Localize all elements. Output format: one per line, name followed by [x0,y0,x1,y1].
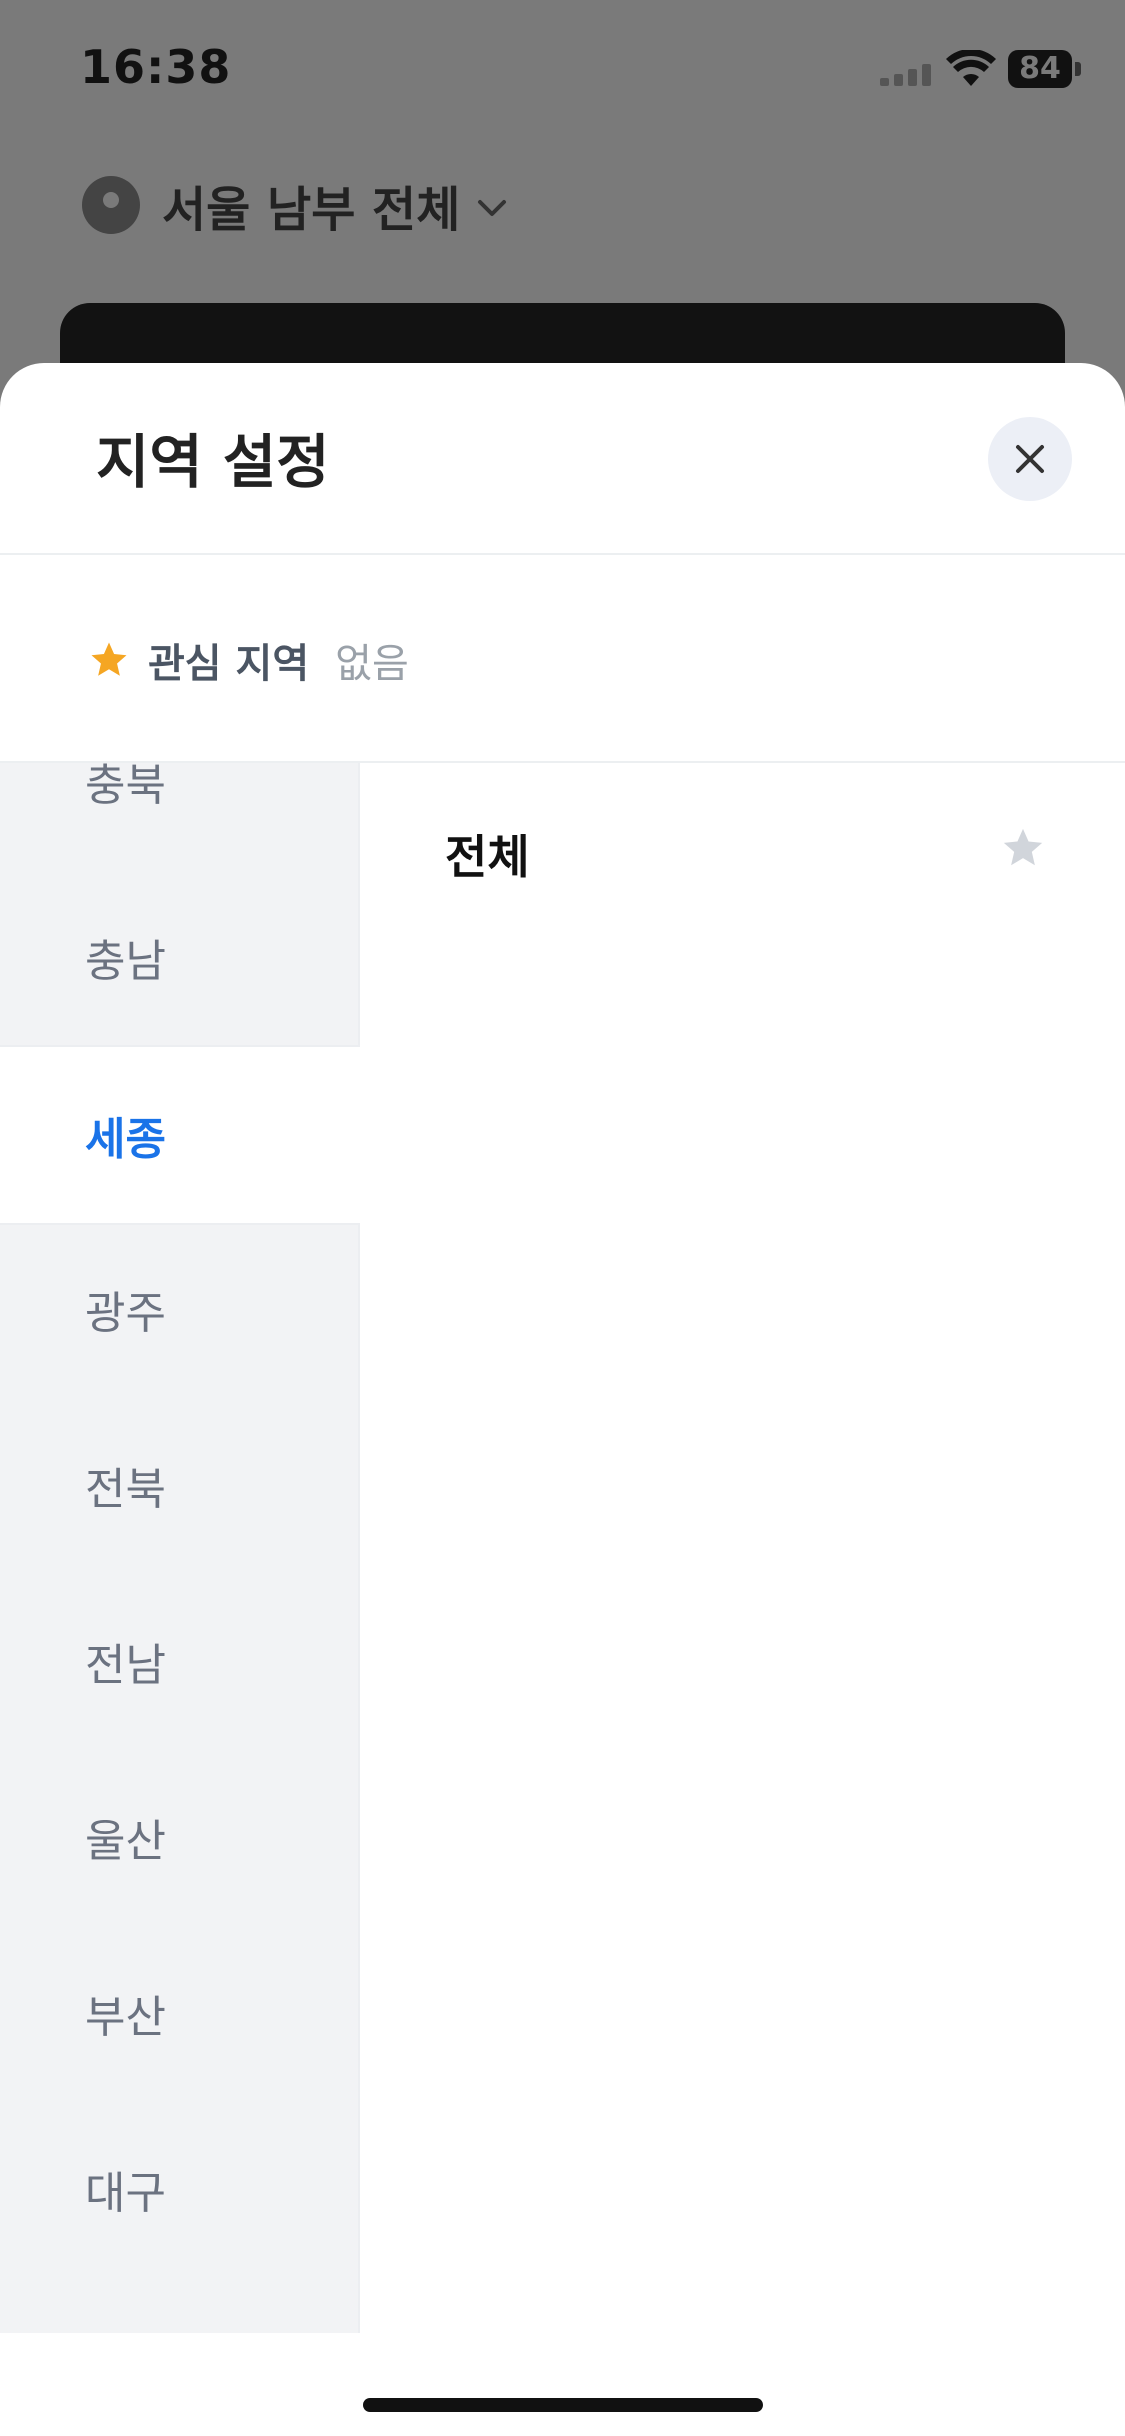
star-icon [91,642,127,676]
favorite-regions-value: 없음 [335,641,409,687]
chevron-down-icon [478,200,507,216]
region-list: 충북 충남 세종 광주 전북 전남 울산 부산 대구 [0,760,360,2333]
battery-indicator: 84 [1008,50,1072,88]
star-icon[interactable] [1000,825,1046,871]
close-button[interactable] [988,417,1072,501]
location-pin-icon [82,176,140,234]
location-label: 서울 남부 전체 [162,182,461,238]
favorite-regions-label: 관심 지역 [148,641,310,687]
region-item[interactable]: 광주 [0,1221,358,1397]
sheet-divider-top [0,553,1125,555]
sheet-title: 지역 설정 [96,428,330,496]
status-time: 16:38 [80,40,232,94]
cellular-signal-icon [880,62,934,86]
region-item-selected[interactable]: 세종 [0,1045,360,1225]
region-item[interactable]: 대구 [0,2101,358,2277]
location-selector[interactable]: 서울 남부 전체 [82,170,510,240]
close-icon [1016,445,1044,473]
sub-region-label: 전체 [445,830,530,884]
region-item[interactable]: 충북 [0,693,358,869]
home-indicator[interactable] [363,2398,763,2412]
region-item[interactable]: 울산 [0,1749,358,1925]
wifi-icon [946,50,996,86]
region-item[interactable]: 전북 [0,1397,358,1573]
region-settings-sheet: 지역 설정 관심 지역 없음 충북 충남 세종 광주 전북 전남 울산 부산 대… [0,363,1125,2436]
battery-tip [1075,62,1081,76]
region-item[interactable]: 부산 [0,1925,358,2101]
region-item[interactable]: 전남 [0,1573,358,1749]
sub-region-item[interactable]: 전체 [360,763,1125,939]
status-bar: 16:38 84 [0,0,1125,140]
region-item[interactable]: 충남 [0,869,358,1045]
favorite-regions-row: 관심 지역 없음 [88,631,409,689]
